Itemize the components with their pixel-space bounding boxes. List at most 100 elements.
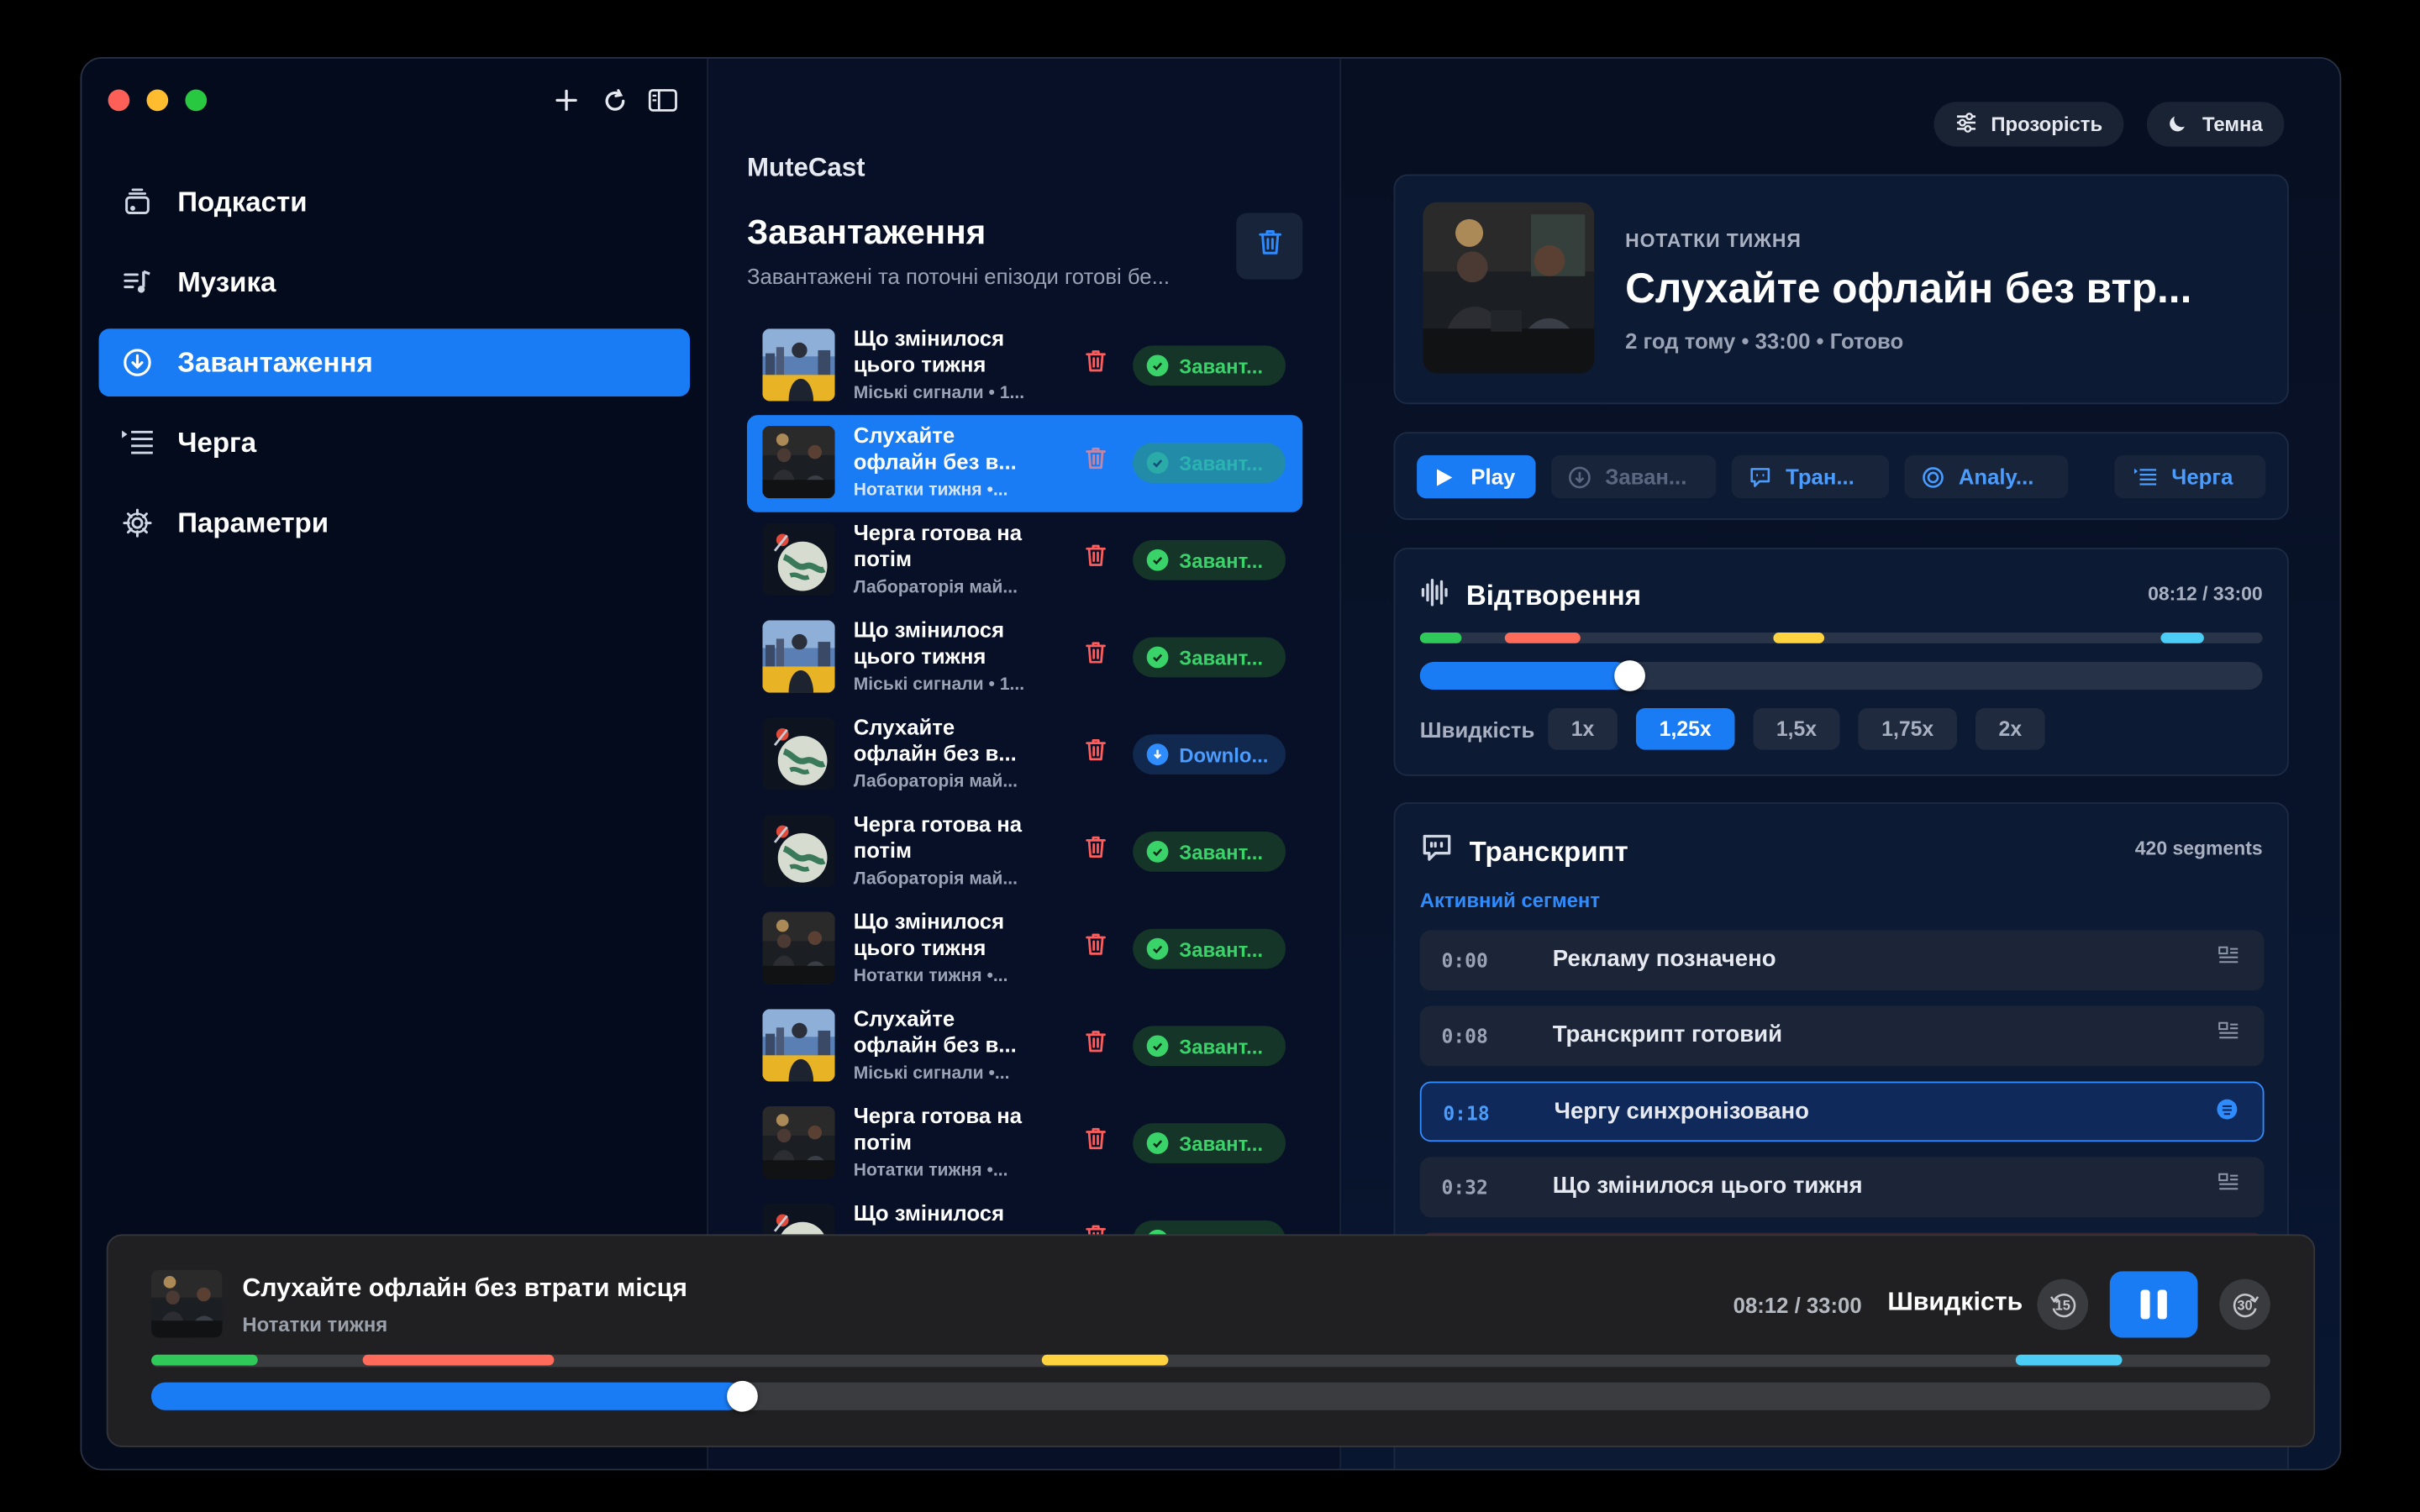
play-button[interactable]: Play <box>1417 454 1536 499</box>
app-brand: MuteCast <box>746 152 865 182</box>
transcript-segment[interactable]: 0:32 Що змінилося цього тижня <box>1419 1157 2265 1218</box>
mini-scrubber-handle[interactable] <box>727 1380 758 1412</box>
trash-icon <box>1085 348 1107 381</box>
download-icon <box>1566 465 1591 489</box>
chapter-marker[interactable] <box>1773 633 1825 643</box>
transcript-segment[interactable]: 0:00 Рекламу позначено <box>1419 930 2265 991</box>
speed-option[interactable]: 2x <box>1975 708 2045 750</box>
sidebar-item-settings[interactable]: Параметри <box>99 489 690 557</box>
episode-row-title: Що змінилося цього тижня <box>853 908 1005 960</box>
download-status-text: Завант... <box>1179 548 1264 572</box>
active-segment-icon[interactable] <box>2217 1099 2238 1125</box>
playback-title-text: Відтворення <box>1465 580 1642 612</box>
episode-row-title: Слухайте офлайн без в... <box>853 1005 1017 1058</box>
downloads-subtitle: Завантажені та поточні епізоди готові бе… <box>746 264 1171 289</box>
zoom-window-button[interactable] <box>185 89 208 112</box>
episode-row[interactable]: Що змінилося цього тижня Нотатки тижня •… <box>747 901 1302 999</box>
segment-notes-icon[interactable] <box>2217 1021 2239 1046</box>
segment-notes-icon[interactable] <box>2217 1173 2239 1197</box>
speed-label: Швидкість <box>1419 717 1535 743</box>
mini-chapter-markers[interactable] <box>151 1354 2270 1368</box>
transparency-button[interactable]: Прозорість <box>1933 102 2124 147</box>
sidebar-item-queue[interactable]: Черга <box>99 409 690 477</box>
mini-player-speed-button[interactable]: Швидкість <box>1887 1289 2023 1318</box>
speed-option[interactable]: 1,25x <box>1635 708 1735 750</box>
delete-episode-button[interactable] <box>1081 349 1112 380</box>
episode-row[interactable]: Черга готова на потім Нотатки тижня •...… <box>747 1095 1302 1193</box>
chapter-marker[interactable] <box>2161 633 2204 643</box>
transcript-title-text: Транскрипт <box>1469 835 1628 867</box>
scrubber-handle[interactable] <box>1613 660 1645 691</box>
segment-notes-icon[interactable] <box>2217 946 2239 970</box>
trash-icon <box>1085 1126 1107 1158</box>
plus-icon[interactable] <box>550 83 583 117</box>
checkmark-icon <box>1146 549 1169 571</box>
episode-row[interactable]: Слухайте офлайн без в... Міські сигнали … <box>747 998 1302 1095</box>
now-playing-card: НОТАТКИ ТИЖНЯ Слухайте офлайн без втр...… <box>1393 174 2289 405</box>
download-status-text: Завант... <box>1179 354 1264 378</box>
chapter-markers[interactable] <box>1419 633 2263 643</box>
download-status-badge: Downlo... <box>1133 734 1286 775</box>
episode-title: Слухайте офлайн без втр... <box>1625 265 2192 312</box>
chapter-marker[interactable] <box>363 1354 555 1366</box>
theme-label: Темна <box>2202 113 2263 136</box>
episode-row[interactable]: Що змінилося цього тижня Міські сигнали … <box>747 610 1302 707</box>
delete-all-downloads-button[interactable] <box>1236 213 1303 280</box>
skip-forward-amount: 30 <box>2237 1296 2253 1313</box>
trash-icon <box>1085 931 1107 963</box>
sidebar-item-music[interactable]: Музика <box>99 249 690 317</box>
transcript-segment[interactable]: 0:18 Чергу синхронізовано <box>1419 1081 2265 1142</box>
download-arrow-icon <box>1146 743 1169 766</box>
speed-option[interactable]: 1x <box>1548 708 1618 750</box>
episode-row[interactable]: Слухайте офлайн без в... Нотатки тижня •… <box>746 415 1303 512</box>
active-segment-link[interactable]: Активний сегмент <box>1420 889 1600 912</box>
speed-option[interactable]: 1,5x <box>1753 708 1840 750</box>
chapter-marker[interactable] <box>1504 633 1581 643</box>
episode-thumbnail <box>762 425 835 499</box>
analysis-button[interactable]: Analy... <box>1904 454 2069 499</box>
pause-button[interactable] <box>2109 1271 2198 1338</box>
sidebar-toggle-icon[interactable] <box>645 83 679 117</box>
mini-scrubber[interactable] <box>151 1380 2270 1412</box>
episode-row[interactable]: Що змінилося цього тижня Міські сигнали … <box>747 318 1302 415</box>
delete-episode-button[interactable] <box>1081 932 1112 963</box>
mini-player: Слухайте офлайн без втрати місця Нотатки… <box>106 1234 2316 1447</box>
transcript-segment[interactable]: 0:08 Транскрипт готовий <box>1419 1005 2265 1067</box>
transcript-button[interactable]: Тран... <box>1731 454 1890 499</box>
skip-back-button[interactable]: 15 <box>2037 1278 2089 1331</box>
queue-list-icon <box>120 426 154 459</box>
theme-button[interactable]: Темна <box>2146 102 2285 147</box>
chapter-marker[interactable] <box>2016 1354 2123 1366</box>
minimize-window-button[interactable] <box>146 89 169 112</box>
chapter-marker[interactable] <box>1419 633 1462 643</box>
episode-row[interactable]: Черга готова на потім Лабораторія май...… <box>747 512 1302 610</box>
sliders-icon <box>1955 112 1977 136</box>
refresh-icon[interactable] <box>597 83 631 117</box>
episode-actions: Play Заван... Тран... Analy... Черга <box>1393 432 2289 520</box>
episode-row-title: Що змінилося цього тижня <box>853 617 1005 669</box>
queue-button[interactable]: Черга <box>2114 454 2266 499</box>
episode-row[interactable]: Слухайте офлайн без в... Лабораторія май… <box>747 706 1302 804</box>
chapter-marker[interactable] <box>1041 1354 1169 1366</box>
episode-row-show: Лабораторія май... <box>853 578 1018 597</box>
sidebar-item-downloads[interactable]: Завантаження <box>98 328 691 397</box>
episode-row-title: Черга готова на потім <box>853 519 1023 571</box>
delete-episode-button[interactable] <box>1081 640 1112 671</box>
segment-text: Рекламу позначено <box>1552 945 1776 973</box>
skip-forward-button[interactable]: 30 <box>2219 1278 2270 1331</box>
download-status-badge: Завант... <box>1133 1026 1286 1067</box>
delete-episode-button[interactable] <box>1081 446 1112 477</box>
speed-option[interactable]: 1,75x <box>1858 708 1957 750</box>
playback-scrubber[interactable] <box>1419 660 2263 691</box>
download-button[interactable]: Заван... <box>1550 454 1717 499</box>
delete-episode-button[interactable] <box>1081 1029 1112 1060</box>
close-window-button[interactable] <box>108 89 130 112</box>
sidebar-item-podcasts[interactable]: Подкасти <box>99 168 690 236</box>
episode-row[interactable]: Черга готова на потім Лабораторія май...… <box>747 804 1302 901</box>
delete-episode-button[interactable] <box>1081 835 1112 866</box>
chapter-marker[interactable] <box>151 1354 258 1366</box>
delete-episode-button[interactable] <box>1081 543 1112 575</box>
delete-episode-button[interactable] <box>1081 1126 1112 1158</box>
checkmark-icon <box>1146 841 1169 863</box>
delete-episode-button[interactable] <box>1081 738 1112 769</box>
